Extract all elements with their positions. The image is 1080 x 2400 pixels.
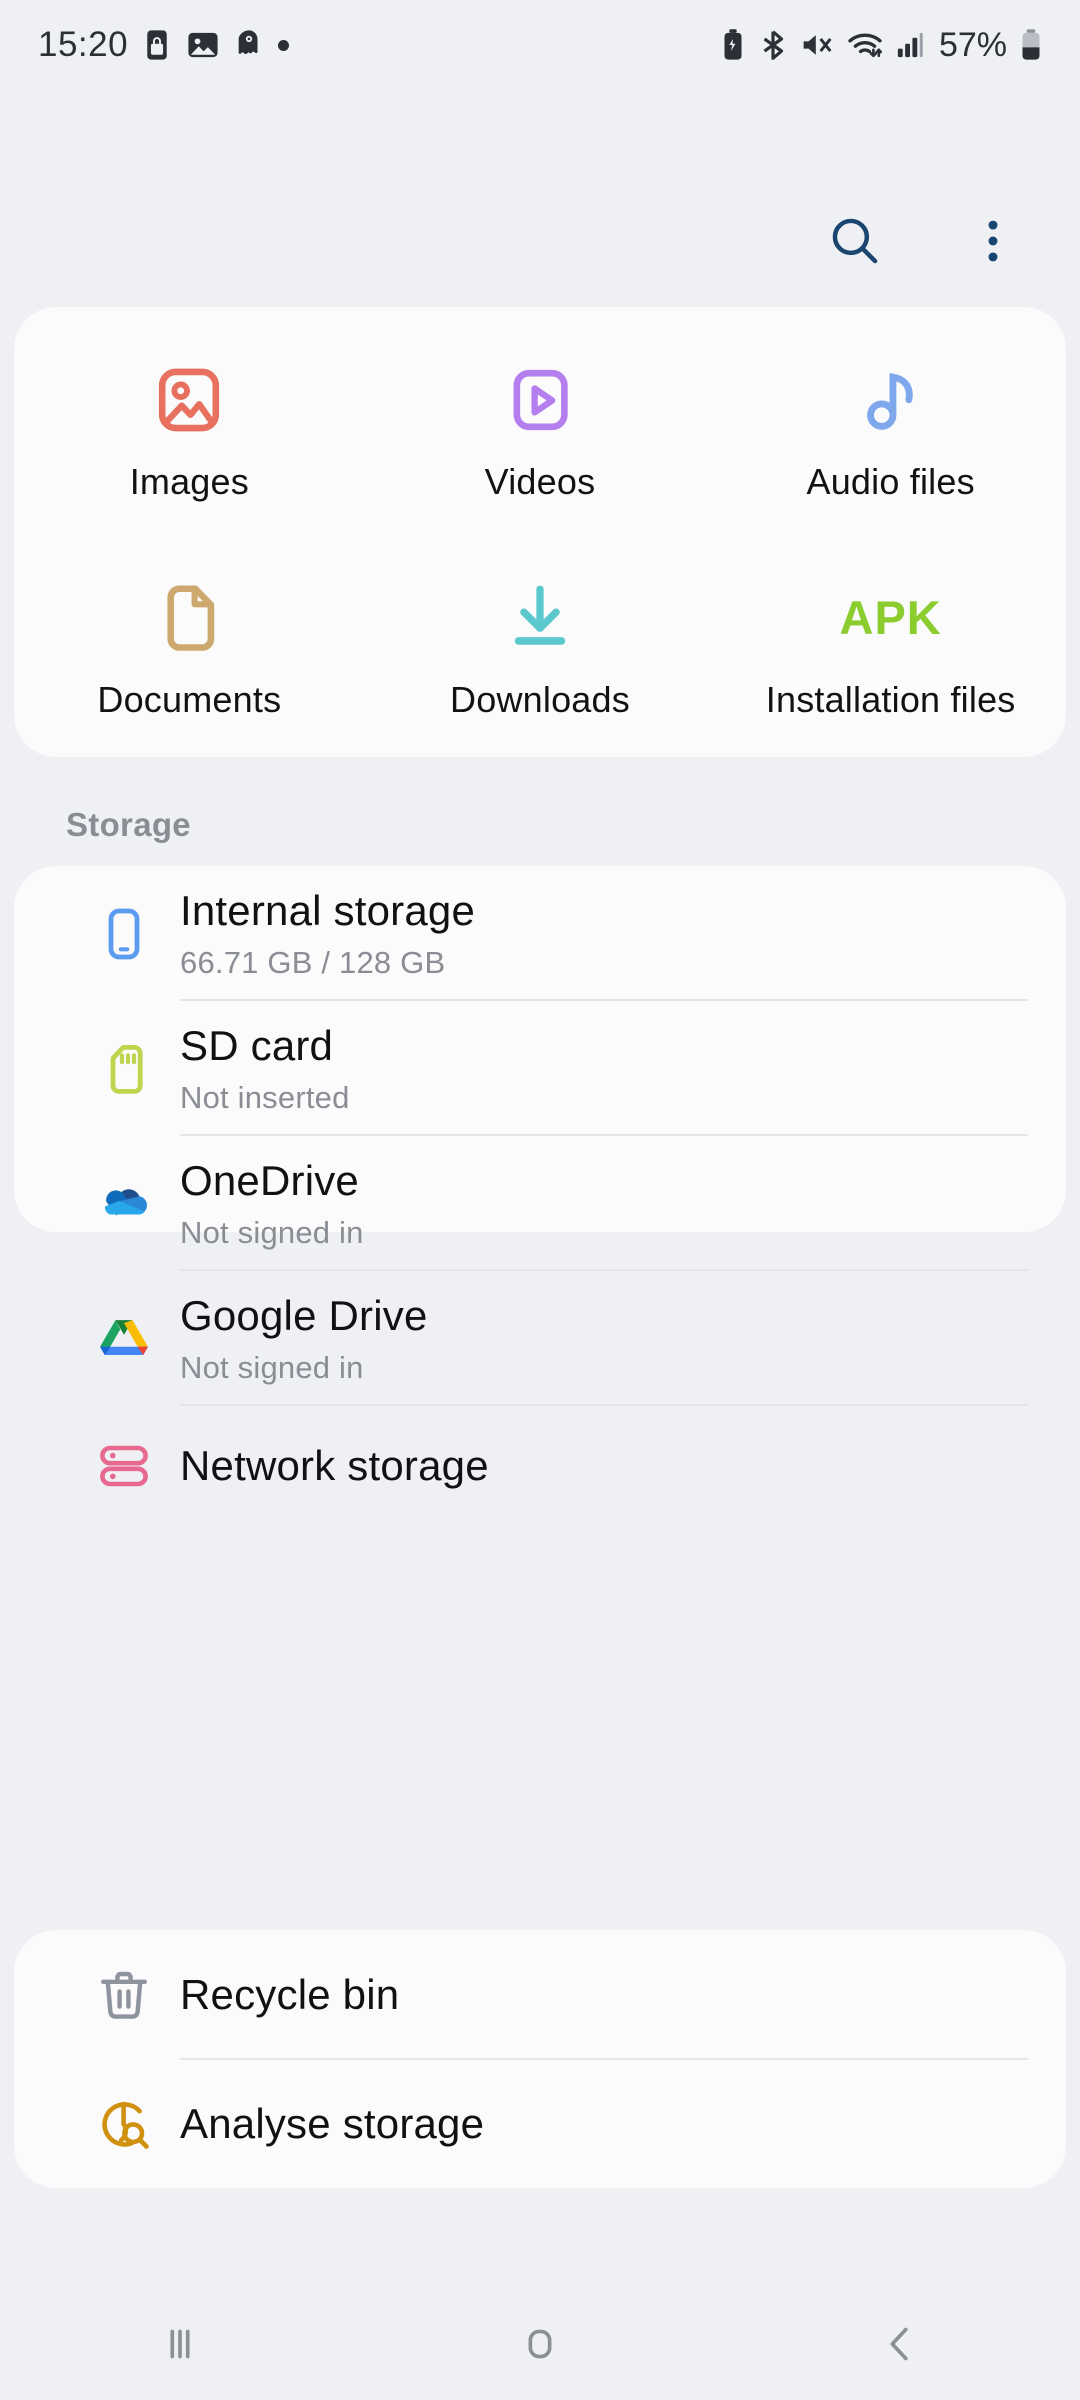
status-bar: 15:20 57% — [0, 0, 1080, 90]
category-item-downloads[interactable]: Downloads — [365, 539, 716, 757]
gallery-icon — [188, 32, 218, 58]
secure-folder-icon — [147, 30, 167, 60]
storage-item-title: OneDrive — [180, 1156, 359, 1204]
analyse-storage-icon — [68, 2096, 180, 2152]
onedrive-icon — [68, 1175, 180, 1233]
storage-item-onedrive[interactable]: OneDrive Not signed in — [14, 1136, 1066, 1271]
category-label: Installation files — [765, 679, 1016, 720]
category-label: Audio files — [806, 461, 975, 502]
mute-icon — [803, 35, 832, 55]
trash-icon — [68, 1967, 180, 2023]
document-icon — [150, 575, 228, 661]
tools-rows: Recycle bin Analyse storage — [14, 1930, 1066, 2188]
category-grid: Images Videos Audio files Documents Down… — [14, 307, 1066, 757]
storage-rows: Internal storage 66.71 GB / 128 GB SD ca… — [14, 866, 1066, 1526]
storage-item-subtitle: 66.71 GB / 128 GB — [180, 944, 446, 980]
storage-item-subtitle: Not signed in — [180, 1349, 364, 1385]
back-button[interactable] — [810, 2288, 990, 2400]
tools-item-title: Recycle bin — [180, 1971, 400, 2018]
category-item-videos[interactable]: Videos — [365, 321, 716, 539]
music-note-icon — [852, 357, 930, 443]
storage-item-title: Google Drive — [180, 1291, 428, 1339]
home-icon — [528, 2329, 552, 2359]
search-icon — [832, 218, 878, 264]
storage-item-sd-card[interactable]: SD card Not inserted — [14, 1001, 1066, 1136]
tools-item-recycle-bin[interactable]: Recycle bin — [14, 1930, 1066, 2060]
apk-badge-label: APK — [839, 591, 942, 644]
category-label: Downloads — [450, 679, 630, 720]
category-label: Videos — [484, 461, 596, 502]
wifi-icon — [848, 33, 882, 58]
apk-icon: APK — [840, 575, 942, 661]
app-bar — [0, 190, 1080, 310]
storage-item-internal-storage[interactable]: Internal storage 66.71 GB / 128 GB — [14, 866, 1066, 1001]
phone-icon — [68, 906, 180, 962]
storage-item-network-storage[interactable]: Network storage — [14, 1406, 1066, 1526]
bluetooth-icon — [763, 30, 784, 60]
download-icon — [501, 575, 579, 661]
back-icon — [890, 2327, 908, 2361]
storage-item-title: SD card — [180, 1021, 334, 1069]
signal-icon — [897, 32, 923, 58]
category-label: Images — [129, 461, 249, 502]
network-storage-icon — [68, 1438, 180, 1494]
recents-icon — [170, 2329, 190, 2359]
status-bar-right: 57% — [720, 26, 1042, 65]
category-label: Documents — [97, 679, 282, 720]
storage-section-header: Storage — [66, 806, 191, 843]
more-options-icon — [988, 220, 998, 262]
tools-item-title: Analyse storage — [180, 2100, 485, 2147]
dot-indicator-icon — [278, 39, 290, 51]
storage-item-subtitle: Not signed in — [180, 1214, 364, 1250]
search-button[interactable] — [816, 202, 894, 280]
tools-item-analyse-storage[interactable]: Analyse storage — [14, 2060, 1066, 2188]
google-drive-icon — [68, 1310, 180, 1368]
my-files-screen: 15:20 57% Images Videos Audio files Docu… — [0, 0, 1080, 2400]
category-item-audio-files[interactable]: Audio files — [715, 321, 1066, 539]
sd-card-icon — [68, 1041, 180, 1097]
battery-saver-icon — [724, 29, 742, 60]
image-icon — [150, 357, 228, 443]
storage-item-title: Internal storage — [180, 886, 476, 934]
video-icon — [501, 357, 579, 443]
status-bar-clock: 15:20 — [38, 25, 129, 64]
storage-item-google-drive[interactable]: Google Drive Not signed in — [14, 1271, 1066, 1406]
category-item-documents[interactable]: Documents — [14, 539, 365, 757]
more-options-button[interactable] — [954, 202, 1032, 280]
battery-icon — [1022, 29, 1040, 60]
category-item-installation-files[interactable]: APK Installation files — [715, 539, 1066, 757]
recents-button[interactable] — [90, 2288, 270, 2400]
storage-item-subtitle: Not inserted — [180, 1079, 350, 1115]
status-bar-left: 15:20 — [38, 25, 290, 65]
system-navigation-bar — [0, 2288, 1080, 2400]
category-item-images[interactable]: Images — [14, 321, 365, 539]
app-icon — [238, 30, 258, 54]
battery-percent-label: 57% — [938, 25, 1007, 64]
home-button[interactable] — [450, 2288, 630, 2400]
storage-item-title: Network storage — [180, 1442, 489, 1489]
category-card: Images Videos Audio files Documents Down… — [14, 307, 1066, 757]
